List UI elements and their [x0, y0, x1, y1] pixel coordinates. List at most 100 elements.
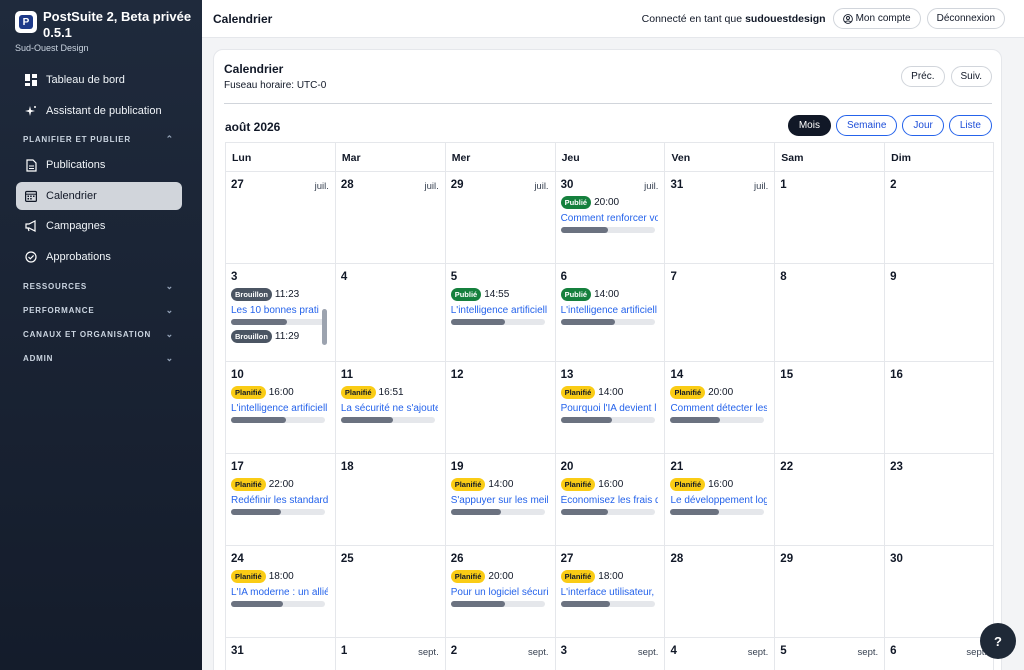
event-title-link[interactable]: L'intelligence artificiell	[451, 305, 548, 316]
calendar-event[interactable]: Publié 14:00 L'intelligence artificiell	[560, 288, 660, 325]
event-title-link[interactable]: Économisez les frais d	[561, 495, 658, 506]
day-cell[interactable]: 29 juil.	[445, 172, 556, 264]
sidebar-item-dashboard[interactable]: Tableau de bord	[16, 66, 182, 94]
logout-button[interactable]: Déconnexion	[926, 8, 1005, 29]
day-cell[interactable]: 27 juil.	[226, 172, 336, 264]
view-day-button[interactable]: Jour	[902, 115, 944, 136]
day-month-label: sept.	[747, 647, 769, 658]
event-title-link[interactable]: L'IA moderne : un allié	[231, 587, 328, 598]
day-cell[interactable]: 24 Planifié 18:00 L'IA moderne : un allié	[226, 546, 336, 638]
prev-button[interactable]: Préc.	[901, 66, 945, 87]
event-title-link[interactable]: L'intelligence artificiell	[561, 305, 658, 316]
calendar-event[interactable]: Planifié 18:00 L'interface utilisateur,	[560, 570, 660, 607]
event-meta: Planifié 20:00	[450, 570, 550, 583]
day-cell[interactable]: 13 Planifié 14:00 Pourquoi l'IA devient l	[555, 362, 666, 454]
day-cell[interactable]: 15	[775, 362, 886, 454]
calendar-event[interactable]: Planifié 14:00 Pourquoi l'IA devient l	[560, 386, 660, 423]
week-row: 17 Planifié 22:00 Redéfinir les standard 18 1…	[226, 454, 995, 546]
day-cell[interactable]: 21 Planifié 16:00 Le développement log	[665, 454, 776, 546]
day-cell[interactable]: 9	[885, 264, 995, 362]
day-cell[interactable]: 4	[335, 264, 446, 362]
day-cell[interactable]: 28 juil.	[335, 172, 446, 264]
user-area: Connecté en tant que sudouestdesign Mon …	[642, 8, 1005, 29]
day-cell[interactable]: 2	[885, 172, 995, 264]
day-cell[interactable]: 11 Planifié 16:51 La sécurité ne s'ajoute	[335, 362, 446, 454]
event-title-link[interactable]: Pourquoi l'IA devient l	[561, 403, 658, 414]
section-resources[interactable]: RESSOURCES ⌄	[23, 275, 174, 299]
day-cell[interactable]: 5 Publié 14:55 L'intelligence artificiell	[445, 264, 556, 362]
day-cell[interactable]: 25	[335, 546, 446, 638]
event-title-link[interactable]: Redéfinir les standard	[231, 495, 328, 506]
view-month-button[interactable]: Mois	[787, 115, 831, 136]
day-cell[interactable]: 1	[775, 172, 886, 264]
calendar-event[interactable]: Planifié 22:00 Redéfinir les standard	[231, 478, 330, 515]
day-cell[interactable]: 27 Planifié 18:00 L'interface utilisateur,	[555, 546, 666, 638]
calendar-event[interactable]: Publié 20:00 Comment renforcer vo	[560, 196, 660, 233]
calendar-event[interactable]: Planifié 20:00 Comment détecter les	[670, 386, 769, 423]
view-list-button[interactable]: Liste	[948, 115, 992, 136]
view-week-button[interactable]: Semaine	[835, 115, 898, 136]
event-title-link[interactable]: S'appuyer sur les meil	[451, 495, 548, 506]
event-title-link[interactable]: La sécurité ne s'ajoute	[341, 403, 438, 414]
event-progress-fill	[670, 509, 720, 515]
day-cell[interactable]: 10 Planifié 16:00 L'intelligence artificiel…	[226, 362, 336, 454]
calendar-event[interactable]: Planifié 16:00 L'intelligence artificiell	[231, 386, 330, 423]
section-channels[interactable]: CANAUX ET ORGANISATION ⌄	[23, 323, 174, 347]
day-cell[interactable]: 12	[445, 362, 556, 454]
calendar-event[interactable]: Planifié 16:00 Économisez les frais d	[560, 478, 660, 515]
day-cell[interactable]: 31	[226, 638, 336, 670]
sidebar-item-calendar[interactable]: Calendrier	[16, 181, 182, 210]
sidebar-item-approvals[interactable]: Approbations	[16, 243, 182, 271]
day-cell[interactable]: 5 sept.	[775, 638, 886, 670]
day-cell[interactable]: 8	[775, 264, 886, 362]
day-cell[interactable]: 2 sept.	[446, 638, 556, 670]
day-cell[interactable]: 18	[335, 454, 446, 546]
day-cell[interactable]: 30	[885, 546, 995, 638]
account-button[interactable]: Mon compte	[832, 8, 921, 29]
sidebar-item-publications[interactable]: Publications	[16, 151, 182, 179]
event-scroll-area[interactable]: Brouillon 11:23 Les 10 bonnes prati Brouill…	[231, 283, 330, 345]
sidebar-item-campaigns[interactable]: Campagnes	[16, 212, 182, 240]
sidebar-item-assistant[interactable]: Assistant de publication	[16, 97, 182, 125]
event-title-link[interactable]: L'intelligence artificiell	[231, 403, 328, 414]
calendar-event[interactable]: Planifié 16:51 La sécurité ne s'ajoute	[340, 386, 440, 423]
scrollbar-thumb[interactable]	[321, 309, 327, 345]
calendar-event[interactable]: Planifié 14:00 S'appuyer sur les meil	[450, 478, 550, 515]
day-cell[interactable]: 7	[665, 264, 776, 362]
calendar-event[interactable]: Brouillon 11:23 Les 10 bonnes prati	[231, 288, 330, 325]
section-performance[interactable]: PERFORMANCE ⌄	[23, 299, 174, 323]
day-cell[interactable]: 3 sept.	[556, 638, 666, 670]
event-title-link[interactable]: Comment détecter les	[670, 403, 767, 414]
day-cell[interactable]: 31 juil.	[665, 172, 776, 264]
calendar-event[interactable]: Planifié 18:00 L'IA moderne : un allié	[231, 570, 330, 607]
event-title-link[interactable]: Pour un logiciel sécuri	[451, 587, 548, 598]
day-cell[interactable]: 20 Planifié 16:00 Économisez les frais d	[555, 454, 666, 546]
day-cell[interactable]: 30 juil. Publié 20:00 Comment renforcer vo	[555, 172, 666, 264]
section-planifier[interactable]: PLANIFIER ET PUBLIER ⌃	[23, 127, 174, 151]
event-title-link[interactable]: Comment renforcer vo	[561, 213, 658, 224]
day-cell[interactable]: 17 Planifié 22:00 Redéfinir les standard	[226, 454, 336, 546]
calendar-event[interactable]: Brouillon11:29Développement log	[231, 330, 330, 345]
event-title-link[interactable]: Les 10 bonnes prati	[231, 305, 328, 316]
day-cell[interactable]: 23	[885, 454, 995, 546]
day-cell[interactable]: 14 Planifié 20:00 Comment détecter les	[665, 362, 776, 454]
day-cell[interactable]: 28	[665, 546, 776, 638]
next-button[interactable]: Suiv.	[950, 66, 992, 87]
section-admin[interactable]: ADMIN ⌄	[23, 347, 174, 371]
day-cell[interactable]: 26 Planifié 20:00 Pour un logiciel sécuri	[445, 546, 556, 638]
day-cell[interactable]: 16	[885, 362, 995, 454]
help-button[interactable]: ?	[980, 623, 1016, 659]
day-cell[interactable]: 1 sept.	[336, 638, 446, 670]
day-cell[interactable]: 6 sept.	[885, 638, 995, 670]
calendar-event[interactable]: Planifié 16:00 Le développement log	[670, 478, 769, 515]
calendar-event[interactable]: Planifié 20:00 Pour un logiciel sécuri	[450, 570, 550, 607]
event-title-link[interactable]: Le développement log	[670, 495, 767, 506]
day-cell[interactable]: 6 Publié 14:00 L'intelligence artificiell	[555, 264, 666, 362]
event-title-link[interactable]: L'interface utilisateur,	[561, 587, 658, 598]
day-cell[interactable]: 3 Brouillon 11:23 Les 10 bonnes prati Brouil…	[226, 264, 336, 362]
day-cell[interactable]: 22	[775, 454, 886, 546]
day-cell[interactable]: 29	[775, 546, 886, 638]
day-cell[interactable]: 4 sept.	[665, 638, 776, 670]
day-cell[interactable]: 19 Planifié 14:00 S'appuyer sur les meil	[445, 454, 556, 546]
calendar-event[interactable]: Publié 14:55 L'intelligence artificiell	[450, 288, 550, 325]
